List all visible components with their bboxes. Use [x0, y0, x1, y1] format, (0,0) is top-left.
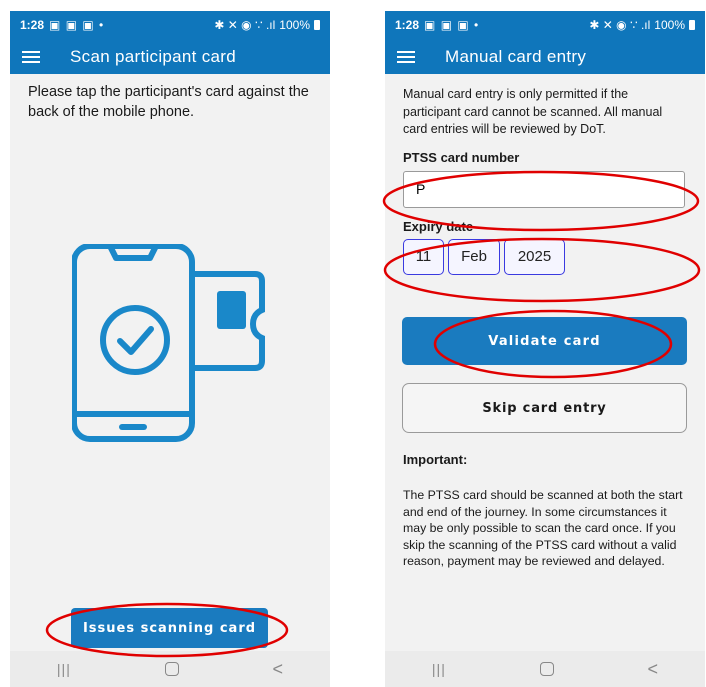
app-bar: Scan participant card [10, 39, 330, 74]
issues-scanning-card-button[interactable]: Issues scanning card [71, 608, 268, 648]
home-icon[interactable] [164, 662, 179, 676]
menu-icon[interactable] [397, 50, 415, 63]
important-heading: Important: [403, 452, 468, 467]
important-note: The PTSS card should be scanned at both … [403, 488, 683, 568]
recent-apps-icon[interactable]: ||| [57, 661, 71, 677]
signal-icons: ✱ ✕ ◉ ∵ .ıl [589, 18, 651, 32]
expiry-date-label: Expiry date [403, 218, 474, 234]
expiry-date-picker: 11 Feb 2025 [403, 238, 689, 275]
card-number-label: PTSS card number [403, 149, 520, 165]
manual-card-entry-screen: 1:28 ▣ ▣ ▣ • ✱ ✕ ◉ ∵ .ıl 100% Manual car… [385, 11, 705, 687]
page-title: Manual card entry [445, 46, 587, 66]
android-nav-bar: ||| < [10, 651, 330, 687]
expiry-day-select[interactable]: 11 [403, 238, 444, 275]
battery-level: 100% [279, 18, 310, 32]
expiry-month-select[interactable]: Feb [448, 238, 500, 275]
app-bar: Manual card entry [385, 39, 705, 74]
status-time: 1:28 [20, 18, 45, 32]
notification-icons: ▣ ▣ ▣ • [424, 18, 480, 32]
page-title: Scan participant card [70, 46, 236, 66]
battery-level: 100% [654, 18, 685, 32]
home-icon[interactable] [539, 662, 554, 676]
recent-apps-icon[interactable]: ||| [432, 661, 446, 677]
status-bar: 1:28 ▣ ▣ ▣ • ✱ ✕ ◉ ∵ .ıl 100% [10, 11, 330, 39]
back-icon[interactable]: < [273, 659, 284, 680]
scan-participant-card-screen: 1:28 ▣ ▣ ▣ • ✱ ✕ ◉ ∵ .ıl 100% Scan parti… [10, 11, 330, 687]
battery-icon [314, 20, 320, 30]
card-number-input[interactable] [403, 170, 685, 208]
signal-icons: ✱ ✕ ◉ ∵ .ıl [214, 18, 276, 32]
battery-icon [689, 20, 695, 30]
validate-card-button[interactable]: Validate card [402, 317, 687, 365]
skip-card-entry-button[interactable]: Skip card entry [402, 383, 687, 433]
notification-icons: ▣ ▣ ▣ • [49, 18, 105, 32]
expiry-year-select[interactable]: 2025 [504, 238, 565, 275]
check-circle-icon [100, 305, 170, 375]
scan-instruction: Please tap the participant's card agains… [28, 84, 309, 120]
back-icon[interactable]: < [648, 659, 659, 680]
phone-card-tap-icon [72, 244, 265, 442]
menu-icon[interactable] [22, 50, 40, 63]
manual-entry-info: Manual card entry is only permitted if t… [403, 87, 663, 136]
status-bar: 1:28 ▣ ▣ ▣ • ✱ ✕ ◉ ∵ .ıl 100% [385, 11, 705, 39]
status-time: 1:28 [395, 18, 420, 32]
android-nav-bar: ||| < [385, 651, 705, 687]
